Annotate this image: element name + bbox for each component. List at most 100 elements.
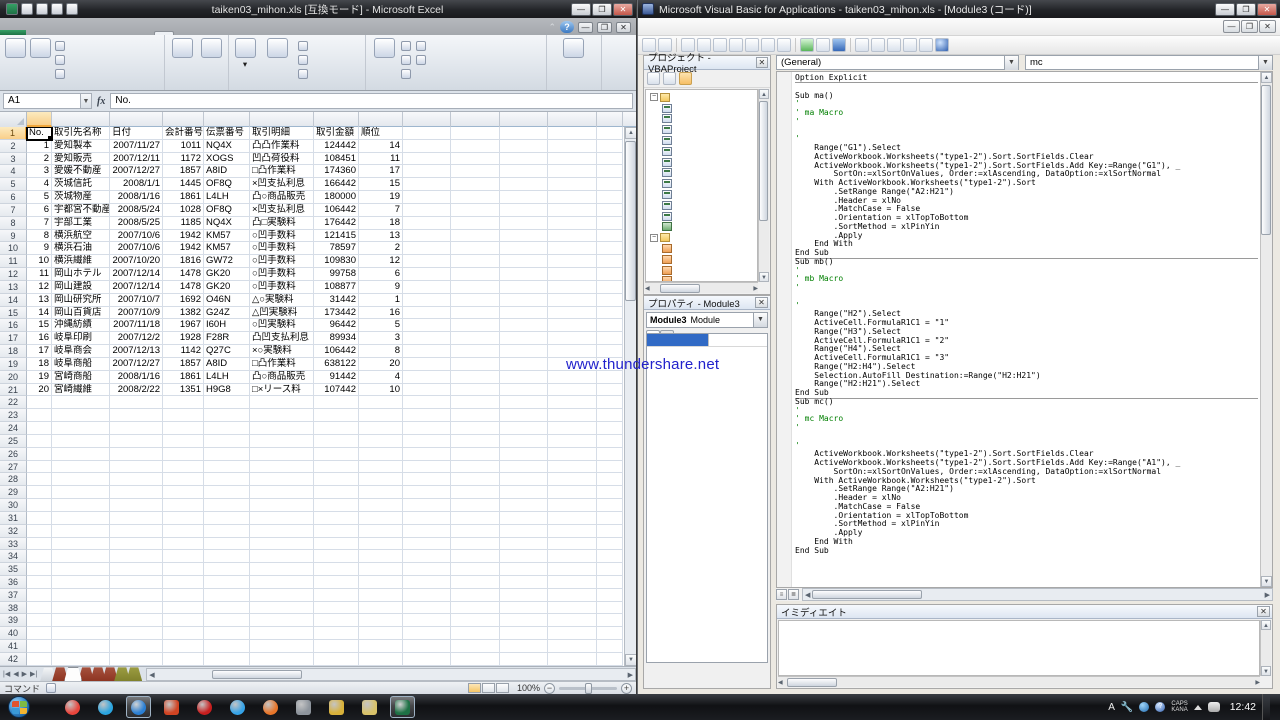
menu-挿入(I)[interactable] xyxy=(680,26,694,28)
immediate-input-area[interactable] xyxy=(778,620,1260,676)
cell-H40[interactable] xyxy=(359,627,403,640)
cell-H6[interactable]: 19 xyxy=(359,191,403,204)
cell-H18[interactable]: 8 xyxy=(359,345,403,358)
cell-M14[interactable] xyxy=(597,294,623,307)
cell-G2[interactable]: 124442 xyxy=(314,140,359,153)
cell-J25[interactable] xyxy=(451,435,500,448)
cell-B11[interactable]: 横浜繊維 xyxy=(52,255,110,268)
cell-G25[interactable] xyxy=(314,435,359,448)
cell-E3[interactable]: XOGS xyxy=(204,153,250,166)
cell-I42[interactable] xyxy=(403,653,451,666)
property-value[interactable] xyxy=(709,334,767,346)
cell-C18[interactable]: 2007/12/13 xyxy=(110,345,163,358)
cell-G39[interactable] xyxy=(314,614,359,627)
cell-A37[interactable] xyxy=(27,589,52,602)
tree-item-Sheet11[interactable] xyxy=(646,124,757,135)
cell-A40[interactable] xyxy=(27,627,52,640)
cell-H16[interactable]: 5 xyxy=(359,319,403,332)
cell-I32[interactable] xyxy=(403,525,451,538)
cell-I37[interactable] xyxy=(403,589,451,602)
ribbon-button-相対参照で記録[interactable] xyxy=(53,53,68,67)
excel-logo-icon[interactable] xyxy=(6,3,18,15)
cell-D41[interactable] xyxy=(163,640,204,653)
cell-F6[interactable]: 凸○商品販売 xyxy=(250,191,314,204)
cell-G24[interactable] xyxy=(314,422,359,435)
break-icon[interactable] xyxy=(816,38,830,52)
cell-A19[interactable]: 18 xyxy=(27,358,52,371)
cell-E26[interactable] xyxy=(204,448,250,461)
cell-F9[interactable]: ○凹手数料 xyxy=(250,230,314,243)
ribbon-button-COM アドイン[interactable] xyxy=(196,37,226,61)
cell-J5[interactable] xyxy=(451,178,500,191)
cell-K16[interactable] xyxy=(500,319,548,332)
cell-A22[interactable] xyxy=(27,396,52,409)
cell-E15[interactable]: G24Z xyxy=(204,307,250,320)
cell-G18[interactable]: 106442 xyxy=(314,345,359,358)
chevron-down-icon[interactable]: ▼ xyxy=(753,313,767,327)
cell-C37[interactable] xyxy=(110,589,163,602)
cell-E22[interactable] xyxy=(204,396,250,409)
cell-E1[interactable]: 伝票番号 xyxy=(204,127,250,140)
cell-L8[interactable] xyxy=(548,217,597,230)
cell-F11[interactable]: ○凹手数料 xyxy=(250,255,314,268)
cell-D8[interactable]: 1185 xyxy=(163,217,204,230)
cell-F5[interactable]: ×凹支払利息 xyxy=(250,178,314,191)
cell-C6[interactable]: 2008/1/16 xyxy=(110,191,163,204)
row-header-31[interactable]: 31 xyxy=(0,512,27,525)
cell-A7[interactable]: 6 xyxy=(27,204,52,217)
cell-A26[interactable] xyxy=(27,448,52,461)
cell-H37[interactable] xyxy=(359,589,403,602)
cell-G13[interactable]: 108877 xyxy=(314,281,359,294)
cell-C7[interactable]: 2008/5/24 xyxy=(110,204,163,217)
cell-B10[interactable]: 横浜石油 xyxy=(52,242,110,255)
cell-I5[interactable] xyxy=(403,178,451,191)
cell-L38[interactable] xyxy=(548,602,597,615)
cell-A12[interactable]: 11 xyxy=(27,268,52,281)
cell-M16[interactable] xyxy=(597,319,623,332)
cell-E38[interactable] xyxy=(204,602,250,615)
cell-G37[interactable] xyxy=(314,589,359,602)
cell-J40[interactable] xyxy=(451,627,500,640)
cell-E36[interactable] xyxy=(204,576,250,589)
cell-L34[interactable] xyxy=(548,550,597,563)
cell-C8[interactable]: 2008/5/25 xyxy=(110,217,163,230)
cell-G1[interactable]: 取引金額 xyxy=(314,127,359,140)
row-header-38[interactable]: 38 xyxy=(0,602,27,615)
cell-C13[interactable]: 2007/12/14 xyxy=(110,281,163,294)
cell-K18[interactable] xyxy=(500,345,548,358)
cell-C10[interactable]: 2007/10/6 xyxy=(110,242,163,255)
tree-folder-modules[interactable]: − xyxy=(646,232,757,243)
cell-C32[interactable] xyxy=(110,525,163,538)
cell-A33[interactable] xyxy=(27,538,52,551)
cell-J34[interactable] xyxy=(451,550,500,563)
cell-B17[interactable]: 岐阜印刷 xyxy=(52,332,110,345)
cell-F22[interactable] xyxy=(250,396,314,409)
cell-E34[interactable] xyxy=(204,550,250,563)
cell-G38[interactable] xyxy=(314,602,359,615)
cell-M35[interactable] xyxy=(597,563,623,576)
cell-G22[interactable] xyxy=(314,396,359,409)
cell-A6[interactable]: 5 xyxy=(27,191,52,204)
minimize-button[interactable]: — xyxy=(571,3,591,16)
cell-C2[interactable]: 2007/11/27 xyxy=(110,140,163,153)
row-header-29[interactable]: 29 xyxy=(0,486,27,499)
cell-D14[interactable]: 1692 xyxy=(163,294,204,307)
cell-I33[interactable] xyxy=(403,538,451,551)
column-header-J[interactable] xyxy=(451,112,500,127)
cell-F40[interactable] xyxy=(250,627,314,640)
workbook-close-icon[interactable]: ✕ xyxy=(616,22,631,33)
row-header-24[interactable]: 24 xyxy=(0,422,27,435)
cell-M39[interactable] xyxy=(597,614,623,627)
tree-item-Module3[interactable] xyxy=(646,265,757,276)
tree-item-Sheet10[interactable] xyxy=(646,114,757,125)
cell-L21[interactable] xyxy=(548,384,597,397)
cell-I34[interactable] xyxy=(403,550,451,563)
font-increase-icon[interactable] xyxy=(36,3,48,15)
cell-L32[interactable] xyxy=(548,525,597,538)
cell-A27[interactable] xyxy=(27,461,52,474)
cell-F25[interactable] xyxy=(250,435,314,448)
cell-H26[interactable] xyxy=(359,448,403,461)
cell-K41[interactable] xyxy=(500,640,548,653)
cell-H12[interactable]: 6 xyxy=(359,268,403,281)
cell-L25[interactable] xyxy=(548,435,597,448)
